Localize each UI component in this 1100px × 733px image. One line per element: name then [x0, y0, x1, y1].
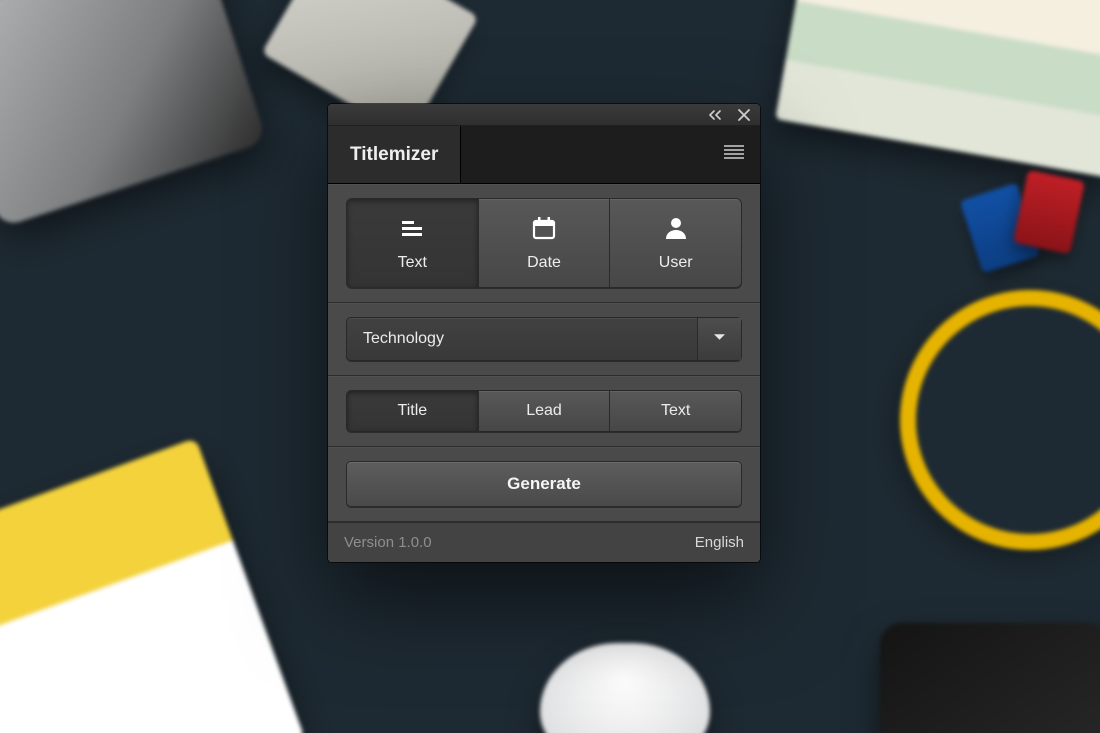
panel-body: Text Date User Technology	[328, 184, 760, 562]
section-tabs: Text Date User	[328, 184, 760, 303]
collapse-button[interactable]	[706, 110, 724, 120]
generate-label: Generate	[507, 474, 581, 494]
section-segment: Title Lead Text	[328, 376, 760, 447]
segment-label: Title	[398, 402, 428, 420]
app-title: Titlemizer	[350, 144, 438, 166]
tab-date[interactable]: Date	[479, 199, 611, 287]
segment-title[interactable]: Title	[347, 391, 479, 431]
language-selector[interactable]: English	[695, 534, 744, 551]
bg-prop	[1013, 170, 1085, 254]
user-icon	[663, 215, 689, 246]
bg-prop	[0, 438, 305, 733]
bg-prop	[0, 0, 267, 228]
menu-lines-icon	[724, 145, 744, 164]
tab-label: Date	[527, 254, 561, 272]
chevrons-left-icon	[706, 110, 724, 120]
mode-tabs: Text Date User	[346, 198, 742, 288]
panel-window: Titlemizer Text Date	[328, 104, 760, 562]
segment-label: Text	[661, 402, 690, 420]
close-button[interactable]	[738, 109, 750, 121]
section-generate: Generate	[328, 447, 760, 522]
tab-label: User	[659, 254, 693, 272]
section-dropdown: Technology	[328, 303, 760, 376]
calendar-icon	[531, 215, 557, 246]
text-lines-icon	[399, 215, 425, 246]
bg-prop	[540, 643, 710, 733]
bg-prop	[880, 623, 1100, 733]
category-dropdown[interactable]: Technology	[346, 317, 742, 361]
tab-user[interactable]: User	[610, 199, 741, 287]
dropdown-selected: Technology	[347, 318, 697, 360]
app-title-tab[interactable]: Titlemizer	[328, 126, 461, 183]
bg-prop	[775, 0, 1100, 178]
bg-prop	[852, 242, 1100, 597]
header: Titlemizer	[328, 126, 760, 184]
version-label: Version 1.0.0	[344, 534, 695, 551]
output-segment: Title Lead Text	[346, 390, 742, 432]
tab-label: Text	[398, 254, 427, 272]
dropdown-caret	[697, 318, 741, 360]
footer: Version 1.0.0 English	[328, 522, 760, 562]
titlebar	[328, 104, 760, 126]
segment-text[interactable]: Text	[610, 391, 741, 431]
tab-text[interactable]: Text	[347, 199, 479, 287]
generate-button[interactable]: Generate	[346, 461, 742, 507]
segment-lead[interactable]: Lead	[479, 391, 611, 431]
chevron-down-icon	[714, 330, 725, 348]
close-icon	[738, 109, 750, 121]
segment-label: Lead	[526, 402, 562, 420]
header-spacer	[461, 126, 708, 183]
menu-button[interactable]	[708, 126, 760, 183]
